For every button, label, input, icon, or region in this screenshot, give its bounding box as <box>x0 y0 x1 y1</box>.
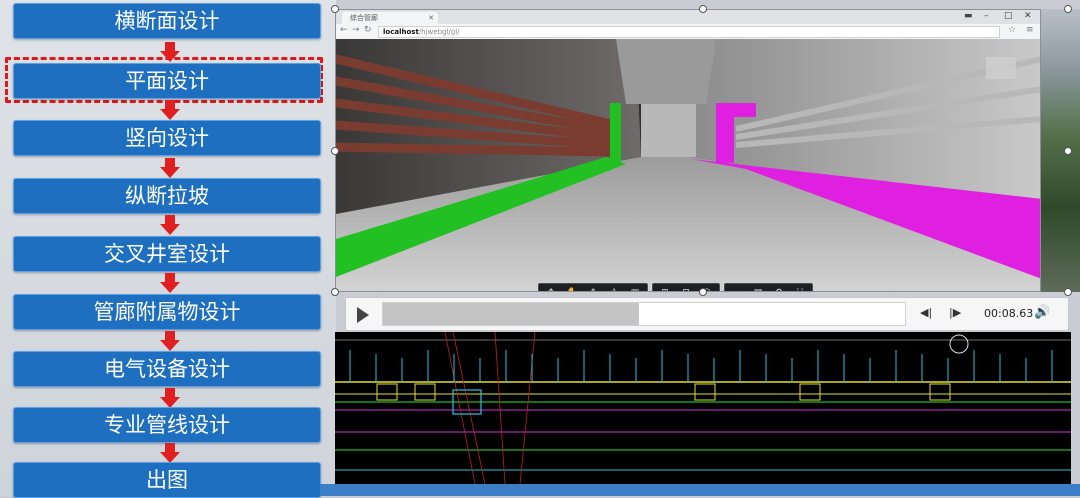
resize-handle[interactable] <box>331 5 339 13</box>
down-arrow-icon <box>160 331 180 351</box>
measure-icon[interactable]: ⊞ <box>656 286 674 291</box>
tab-close-icon[interactable]: ✕ <box>428 12 434 24</box>
camera-icon[interactable]: ▣ <box>626 286 644 291</box>
cad-linework <box>335 332 1071 484</box>
down-arrow-icon <box>160 42 180 62</box>
bottom-strip <box>320 484 1080 496</box>
maximize-icon[interactable]: □ <box>1004 11 1013 21</box>
resize-handle[interactable] <box>1064 147 1072 155</box>
down-arrow-icon <box>160 388 180 408</box>
forward-icon[interactable]: → <box>352 25 360 35</box>
background-3d-render <box>1041 9 1080 292</box>
fullscreen-icon[interactable]: ⛶ <box>791 286 809 291</box>
view-tool-group: ⊞ ⊟ ⬡ <box>652 283 720 291</box>
resize-handle[interactable] <box>699 5 707 13</box>
webgl-3d-viewport[interactable]: ✥ ✋ ⇕ ♙ ▣ ⊞ ⊟ ⬡ ⊶ ▤ ⚙ ⛶ <box>336 39 1040 291</box>
url-path: /hjwebgl/gl/ <box>418 28 460 36</box>
section-icon[interactable]: ⊟ <box>677 286 695 291</box>
orbit-icon[interactable]: ✥ <box>542 286 560 291</box>
nav-tool-group: ✥ ✋ ⇕ ♙ ▣ <box>538 283 648 291</box>
bookmark-star-icon[interactable]: ☆ <box>1008 25 1016 35</box>
address-bar[interactable]: localhost/hjwebgl/gl/ <box>378 26 1000 38</box>
down-arrow-icon <box>160 215 180 235</box>
down-arrow-icon <box>160 443 180 463</box>
down-arrow-icon <box>160 273 180 293</box>
playback-time: 00:08.63 <box>984 307 1034 320</box>
step-electrical-equipment[interactable]: 电气设备设计 <box>13 351 321 387</box>
step-longitudinal-slope[interactable]: 纵断拉坡 <box>13 178 321 214</box>
menu-icon[interactable]: ≡ <box>1026 25 1034 35</box>
walk-person-icon[interactable]: ♙ <box>605 286 623 291</box>
resize-handle[interactable] <box>1064 288 1072 296</box>
resize-handle[interactable] <box>1064 5 1072 13</box>
play-icon[interactable] <box>357 307 369 323</box>
step-junction-chamber[interactable]: 交叉井室设计 <box>13 236 321 272</box>
model-tree-icon[interactable]: ⊶ <box>728 286 746 291</box>
tab-title: 综合管廊 <box>350 14 378 22</box>
window-control-icon[interactable]: ▬ <box>964 11 973 21</box>
seek-progress <box>383 303 639 325</box>
pan-hand-icon[interactable]: ✋ <box>563 286 581 291</box>
resize-handle[interactable] <box>699 288 707 296</box>
back-icon[interactable]: ← <box>340 25 348 35</box>
step-back-icon[interactable]: ◀| <box>920 306 932 319</box>
close-icon[interactable]: ✕ <box>1024 11 1032 21</box>
step-output-drawing[interactable]: 出图 <box>13 462 321 498</box>
step-vertical[interactable]: 竖向设计 <box>13 120 321 156</box>
step-utility-tunnel-accessories[interactable]: 管廊附属物设计 <box>13 294 321 330</box>
design-flow-panel: 横断面设计 平面设计 竖向设计 纵断拉坡 交叉井室设计 管廊附属物设计 电气设备… <box>0 0 336 498</box>
address-toolbar: ← → ↻ localhost/hjwebgl/gl/ ☆ ≡ <box>336 24 1040 40</box>
seek-bar[interactable] <box>382 302 906 326</box>
video-player-bar: ◀| |▶ 00:08.63 🔊 <box>345 297 1069 331</box>
properties-icon[interactable]: ▤ <box>749 286 767 291</box>
url-host: localhost <box>383 28 419 36</box>
minimize-icon[interactable]: – <box>984 11 989 21</box>
browser-window: 综合管廊 ✕ ▬ – □ ✕ ← → ↻ localhost/hjwebgl/g… <box>335 9 1041 292</box>
settings-icon[interactable]: ⚙ <box>770 286 788 291</box>
reload-icon[interactable]: ↻ <box>364 25 372 35</box>
step-cross-section[interactable]: 横断面设计 <box>13 3 321 39</box>
step-plan[interactable]: 平面设计 <box>13 63 321 99</box>
down-arrow-icon <box>160 158 180 178</box>
resize-handle[interactable] <box>331 288 339 296</box>
step-forward-icon[interactable]: |▶ <box>949 306 961 319</box>
zoom-icon[interactable]: ⇕ <box>584 286 602 291</box>
viewer-toolbar: ✥ ✋ ⇕ ♙ ▣ ⊞ ⊟ ⬡ ⊶ ▤ ⚙ ⛶ <box>538 283 813 291</box>
tunnel-scene <box>336 39 1040 291</box>
browser-tab[interactable]: 综合管廊 ✕ <box>342 12 438 24</box>
model-tool-group: ⊶ ▤ ⚙ ⛶ <box>724 283 813 291</box>
tab-bar: 综合管廊 ✕ ▬ – □ ✕ <box>336 10 1040 24</box>
step-pipeline[interactable]: 专业管线设计 <box>13 407 321 443</box>
cad-drawing-view <box>335 332 1071 484</box>
down-arrow-icon <box>160 100 180 120</box>
volume-icon[interactable]: 🔊 <box>1034 305 1050 320</box>
resize-handle[interactable] <box>331 147 339 155</box>
